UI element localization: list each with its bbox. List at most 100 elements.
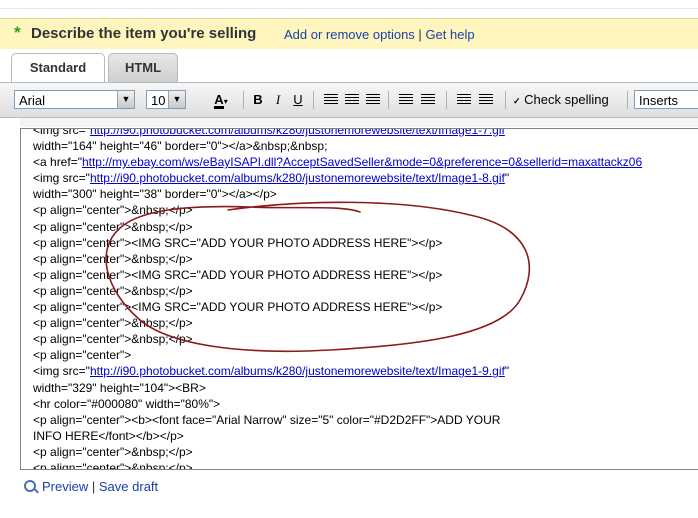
code-segment: <p align="center">&nbsp;</p>: [33, 332, 193, 347]
code-segment: <img src=": [33, 171, 90, 186]
code-segment: <hr color="#000080" width="80%">: [33, 396, 221, 411]
section-header: * Describe the item you're selling Add o…: [0, 18, 698, 50]
toolbar-divider: [505, 91, 506, 109]
code-url: http://my.ebay.com/ws/eBayISAPI.dll?Acce…: [81, 155, 643, 170]
code-line: INFO HERE</font></b></p>: [33, 428, 642, 444]
outdent-button[interactable]: [455, 91, 473, 109]
code-line: width="329" height="104"><BR>: [33, 380, 642, 396]
code-segment: <p align="center">&nbsp;</p>: [33, 283, 193, 298]
outdent-icon: [457, 94, 471, 106]
code-segment: ": [504, 364, 510, 379]
indent-icon: [479, 94, 493, 106]
code-line: <img src="http://i90.photobucket.com/alb…: [33, 363, 642, 379]
spellcheck-icon: ✓: [513, 96, 521, 106]
code-url: http://i90.photobucket.com/albums/k280/j…: [89, 128, 505, 137]
magnifier-icon: [24, 480, 36, 492]
code-line: <p align="center">&nbsp;</p>: [33, 283, 642, 299]
align-right-button[interactable]: [364, 91, 382, 109]
code-line: <p align="center">: [33, 347, 642, 363]
check-spelling-label: Check spelling: [524, 92, 609, 107]
align-right-icon: [366, 94, 380, 106]
text-color-button[interactable]: A▾: [207, 91, 235, 109]
inserts-select[interactable]: Inserts: [634, 90, 698, 109]
check-spelling-button[interactable]: ✓ Check spelling: [513, 91, 625, 109]
editor-tabs: Standard HTML: [0, 49, 698, 83]
code-segment: <p align="center">&nbsp;</p>: [33, 316, 193, 331]
bulleted-list-icon: [421, 94, 435, 106]
code-segment: <p align="center"><IMG SRC="ADD YOUR PHO…: [33, 267, 443, 282]
top-divider: [0, 0, 698, 9]
code-text: <img src="http://i90.photobucket.com/alb…: [33, 128, 642, 470]
code-segment: <p align="center">: [33, 348, 132, 363]
code-segment: <p align="center">&nbsp;</p>: [33, 219, 193, 234]
toolbar-divider: [446, 91, 447, 109]
toolbar-divider: [627, 91, 628, 109]
code-line: <hr color="#000080" width="80%">: [33, 396, 642, 412]
code-line: <p align="center"><b><font face="Arial N…: [33, 412, 642, 428]
numbered-list-button[interactable]: [397, 91, 415, 109]
code-url: http://i90.photobucket.com/albums/k280/j…: [89, 364, 505, 379]
chevron-down-icon: ▼: [117, 91, 134, 108]
footer-separator: |: [91, 479, 96, 494]
preview-link[interactable]: Preview: [42, 479, 88, 494]
toolbar-divider: [313, 91, 314, 109]
code-line: <p align="center"><IMG SRC="ADD YOUR PHO…: [33, 299, 642, 315]
code-line: <p align="center">&nbsp;</p>: [33, 315, 642, 331]
code-line: <p align="center">&nbsp;</p>: [33, 331, 642, 347]
chevron-down-icon: ▼: [168, 91, 185, 108]
add-remove-options-link[interactable]: Add or remove options: [284, 27, 415, 42]
font-family-value: Arial: [19, 93, 46, 108]
code-segment: ": [504, 171, 510, 186]
inserts-value: Inserts: [639, 93, 679, 108]
code-line: <a href="http://my.ebay.com/ws/eBayISAPI…: [33, 154, 642, 170]
bulleted-list-button[interactable]: [419, 91, 437, 109]
code-segment: <img src=": [33, 128, 90, 137]
toolbar-divider: [388, 91, 389, 109]
text-color-icon: A: [214, 92, 224, 109]
header-links: Add or remove options | Get help: [284, 27, 475, 42]
editor-footer: Preview | Save draft: [24, 479, 158, 494]
code-segment: width="329" height="104"><BR>: [33, 380, 206, 395]
numbered-list-icon: [399, 94, 413, 106]
get-help-link[interactable]: Get help: [425, 27, 474, 42]
code-line: width="300" height="38" border="0"></a><…: [33, 186, 642, 202]
indent-button[interactable]: [477, 91, 495, 109]
code-line: <p align="center">&nbsp;</p>: [33, 251, 642, 267]
bold-button[interactable]: B: [250, 91, 266, 109]
font-size-select[interactable]: 10 ▼: [146, 90, 186, 109]
align-center-icon: [345, 94, 359, 106]
required-star-icon: *: [14, 23, 21, 42]
code-line: <img src="http://i90.photobucket.com/alb…: [33, 170, 642, 186]
code-segment: <p align="center">&nbsp;</p>: [33, 203, 193, 218]
code-segment: <p align="center">&nbsp;</p>: [33, 444, 193, 459]
code-line: <p align="center"><IMG SRC="ADD YOUR PHO…: [33, 267, 642, 283]
save-draft-link[interactable]: Save draft: [99, 479, 158, 494]
code-line: <p align="center">&nbsp;</p>: [33, 219, 642, 235]
code-line: width="164" height="46" border="0"></a>&…: [33, 138, 642, 154]
tab-standard[interactable]: Standard: [11, 53, 105, 83]
code-segment: <p align="center">&nbsp;</p>: [33, 460, 193, 470]
section-title: Describe the item you're selling: [31, 25, 257, 42]
tab-html[interactable]: HTML: [108, 53, 178, 82]
link-separator: |: [418, 27, 422, 42]
align-center-button[interactable]: [343, 91, 361, 109]
code-segment: <p align="center"><IMG SRC="ADD YOUR PHO…: [33, 235, 443, 250]
code-line: <p align="center">&nbsp;</p>: [33, 460, 642, 470]
code-line: <img src="http://i90.photobucket.com/alb…: [33, 128, 642, 138]
chevron-down-icon: ▾: [223, 97, 228, 106]
align-left-button[interactable]: [322, 91, 340, 109]
underline-button[interactable]: U: [290, 91, 306, 109]
code-segment: <p align="center"><b><font face="Arial N…: [33, 412, 501, 427]
code-segment: width="164" height="46" border="0"></a>&…: [33, 139, 328, 154]
italic-button[interactable]: I: [270, 91, 286, 109]
code-segment: ": [504, 128, 510, 137]
toolbar-divider: [243, 91, 244, 109]
font-family-select[interactable]: Arial ▼: [14, 90, 135, 109]
code-segment: <p align="center"><IMG SRC="ADD YOUR PHO…: [33, 300, 443, 315]
code-line: <p align="center">&nbsp;</p>: [33, 202, 642, 218]
code-line: <p align="center"><IMG SRC="ADD YOUR PHO…: [33, 235, 642, 251]
code-segment: INFO HERE</font></b></p>: [33, 428, 184, 443]
editor-top-margin: [20, 118, 698, 127]
html-code-editor[interactable]: <img src="http://i90.photobucket.com/alb…: [20, 128, 698, 470]
code-segment: <a href=": [33, 155, 82, 170]
